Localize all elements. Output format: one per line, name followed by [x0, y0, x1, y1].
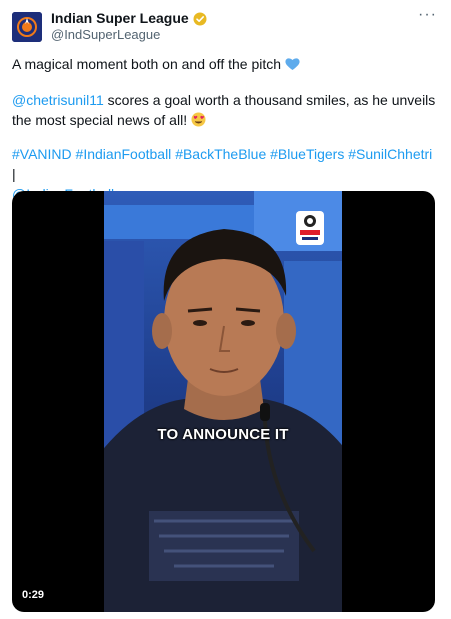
hashtag-link[interactable]: #SunilChhetri	[348, 146, 432, 162]
verified-badge-icon	[193, 12, 207, 26]
tweet: Indian Super League @IndSuperLeague ··· …	[0, 0, 451, 619]
heart-eyes-emoji-icon	[191, 112, 206, 127]
more-options-icon[interactable]: ···	[418, 6, 437, 24]
hashtag-link[interactable]: #BlueTigers	[270, 146, 344, 162]
video-timestamp: 0:29	[22, 589, 45, 601]
mention-link[interactable]: @chetrisunil11	[12, 92, 104, 108]
hashtag-link[interactable]: #VANIND	[12, 146, 72, 162]
avatar[interactable]	[12, 12, 42, 42]
separator: |	[12, 166, 16, 182]
tweet-text-line1: A magical moment both on and off the pit…	[12, 54, 437, 74]
tweet-text: A magical moment both on and off the pit…	[12, 56, 282, 72]
person-illustration	[104, 229, 342, 612]
hashtag-link[interactable]: #BackTheBlue	[175, 146, 266, 162]
author-name-row[interactable]: Indian Super League	[51, 10, 207, 27]
blue-heart-emoji-icon	[285, 56, 300, 70]
author-name[interactable]: Indian Super League	[51, 10, 189, 27]
hashtag-link[interactable]: #IndianFootball	[76, 146, 172, 162]
tweet-text-line2: @chetrisunil11 scores a goal worth a tho…	[12, 90, 437, 130]
author-handle[interactable]: @IndSuperLeague	[51, 27, 160, 43]
video-player[interactable]: TO ANNOUNCE IT 0:29	[12, 191, 435, 612]
tournament-logo-icon	[296, 211, 324, 245]
video-frame[interactable]: TO ANNOUNCE IT	[104, 191, 342, 612]
video-caption: TO ANNOUNCE IT	[157, 426, 289, 443]
